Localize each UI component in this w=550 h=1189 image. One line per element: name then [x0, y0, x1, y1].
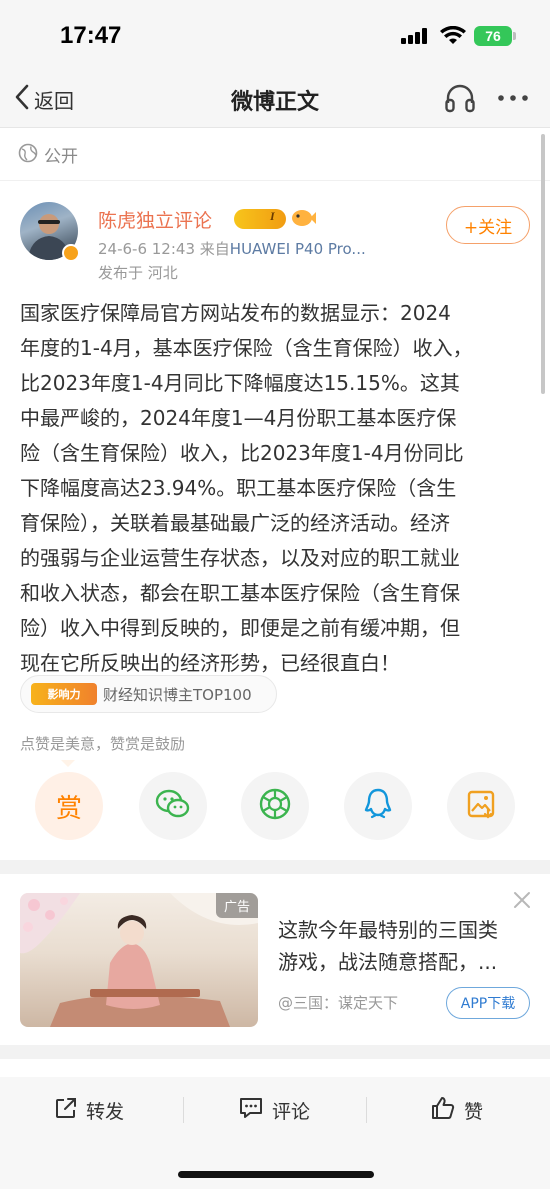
source-prefix: 来自 [199, 240, 230, 258]
ad-title-line: 这款今年最特别的三国类 [278, 918, 498, 942]
verified-badge-icon [62, 244, 80, 262]
post-body: 国家医疗保障局官方网站发布的数据显示：2024 年度的1-4月，基本医疗保险（含… [20, 296, 520, 681]
ad-title[interactable]: 这款今年最特别的三国类 游戏，战法随意搭配，... [278, 914, 530, 978]
home-indicator [178, 1171, 374, 1178]
follow-button[interactable]: +关注 [446, 206, 530, 244]
nav-bar: 返回 微博正文 [0, 70, 550, 128]
section-divider [0, 1045, 550, 1059]
ad-image[interactable]: 广告 [20, 893, 258, 1027]
toolbar-divider [183, 1097, 184, 1123]
like-button[interactable]: 赞 [430, 1095, 483, 1125]
toolbar-divider [366, 1097, 367, 1123]
globe-icon [18, 143, 38, 167]
crown-level-icon[interactable] [234, 209, 286, 229]
cellular-signal-icon [401, 28, 429, 48]
post-location: 发布于 河北 [98, 264, 178, 282]
reward-pointer [61, 760, 75, 767]
status-time: 17:47 [60, 22, 122, 49]
app-download-button[interactable]: APP下载 [446, 987, 530, 1019]
level-label: I [270, 209, 275, 223]
repost-label: 转发 [86, 1100, 125, 1123]
share-moments-button[interactable] [241, 772, 309, 840]
post-line: 比2023年度1-4月同比下降幅度达15.15%。这其 [20, 371, 460, 395]
post-line: 险）收入中得到反映的，即便是之前有缓冲期，但 [20, 616, 460, 640]
wechat-icon [155, 788, 191, 824]
ad-tag: 广告 [215, 893, 258, 918]
battery-tip [513, 32, 516, 40]
influence-logo: 影响力 [31, 683, 97, 705]
share-qq-button[interactable] [344, 772, 412, 840]
post-line: 育保险），关联着最基础最广泛的经济活动。经济 [20, 511, 450, 535]
thumbs-up-icon [430, 1096, 456, 1124]
visibility-row: 公开 [0, 129, 550, 181]
post-line: 下降幅度高达23.94%。职工基本医疗保险（含生 [20, 476, 457, 500]
headphones-icon[interactable] [444, 83, 476, 117]
status-bar: 17:47 76 [0, 0, 550, 70]
post-line: 和收入状态，都会在职工基本医疗保险（含生育保 [20, 581, 460, 605]
like-label: 赞 [464, 1100, 484, 1123]
wifi-icon [440, 25, 466, 50]
share-icon [54, 1096, 78, 1124]
source-device[interactable]: HUAWEI P40 Pro... [230, 240, 366, 258]
visibility-label: 公开 [44, 147, 78, 167]
share-wechat-button[interactable] [139, 772, 207, 840]
post-meta: 24-6-6 12:43 来自HUAWEI P40 Pro... [98, 238, 366, 259]
reward-hint: 点赞是美意，赞赏是鼓励 [20, 735, 186, 753]
aperture-icon [258, 787, 292, 825]
author-name[interactable]: 陈虎独立评论 [98, 206, 212, 233]
ad-title-line: 游戏，战法随意搭配，... [278, 950, 498, 974]
fan-badge-icon[interactable] [290, 206, 316, 232]
post-line: 国家医疗保障局官方网站发布的数据显示：2024 [20, 301, 451, 325]
reward-button[interactable]: 赏 [35, 772, 103, 840]
post-line: 年度的1-4月，基本医疗保险（含生育保险）收入， [20, 336, 473, 360]
close-icon[interactable] [513, 891, 531, 913]
ad-source: @三国：谋定天下 [278, 994, 399, 1012]
repost-button[interactable]: 转发 [54, 1095, 124, 1125]
comment-button[interactable]: 评论 [238, 1095, 310, 1125]
battery-level: 76 [474, 26, 512, 46]
comment-icon [238, 1096, 264, 1124]
image-download-icon [466, 789, 496, 823]
qq-icon [362, 787, 394, 825]
save-image-button[interactable] [447, 772, 515, 840]
influence-tag[interactable]: 影响力 财经知识博主TOP100 [20, 675, 277, 713]
reward-label: 赏 [55, 793, 82, 824]
more-options-icon[interactable] [496, 83, 530, 117]
bottom-toolbar: 转发 评论 赞 [0, 1077, 550, 1189]
post-line: 的强弱与企业运营生存状态，以及对应的职工就业 [20, 546, 460, 570]
comment-label: 评论 [272, 1100, 311, 1123]
post-line: 险（含生育保险）收入，比2023年度1-4月份同比 [20, 441, 464, 465]
post-timestamp: 24-6-6 12:43 [98, 240, 195, 258]
scrollbar[interactable] [541, 134, 545, 394]
post-line: 中最严峻的，2024年度1—4月份职工基本医疗保 [20, 406, 457, 430]
influence-label: 财经知识博主TOP100 [103, 685, 252, 704]
section-divider [0, 860, 550, 874]
